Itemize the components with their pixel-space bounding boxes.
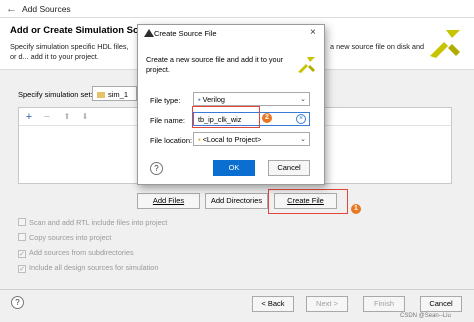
file-type-value: Verilog — [202, 95, 225, 104]
wizard-help-button[interactable]: ? — [11, 296, 24, 309]
finish-button[interactable]: Finish — [363, 296, 405, 312]
option-label: Scan and add RTL include files into proj… — [29, 218, 168, 227]
dialog-title: Create Source File — [154, 29, 217, 38]
option-scan-rtl-include[interactable]: Scan and add RTL include files into proj… — [18, 218, 167, 227]
add-files-label: Add Files — [152, 196, 185, 205]
file-type-select[interactable]: ▪ Verilog ⌄ — [193, 92, 310, 106]
ok-button[interactable]: OK — [213, 160, 255, 176]
checkbox-checked[interactable]: ✓ — [18, 265, 26, 273]
ok-label: OK — [228, 163, 240, 172]
add-files-button[interactable]: Add Files — [137, 193, 200, 209]
option-label: Add sources from subdirectories — [29, 248, 134, 257]
next-button[interactable]: Next > — [306, 296, 348, 312]
file-name-label: File name: — [150, 116, 186, 125]
xilinx-logo-icon — [430, 30, 460, 58]
simulation-set-label: Specify simulation set: — [18, 90, 93, 99]
checkbox[interactable] — [18, 218, 26, 226]
move-up-icon[interactable]: ⬆ — [61, 111, 73, 123]
dialog-help-button[interactable]: ? — [150, 162, 163, 175]
dialog-title-bar: Create Source File × — [138, 25, 324, 41]
simulation-set-select[interactable]: sim_1 — [92, 86, 137, 101]
option-label: Copy sources into project — [29, 233, 112, 242]
dialog-cancel-button[interactable]: Cancel — [268, 160, 310, 176]
option-include-design-sources[interactable]: ✓ Include all design sources for simulati… — [18, 263, 158, 273]
move-down-icon[interactable]: ⬇ — [79, 111, 91, 123]
file-name-highlight — [192, 106, 260, 128]
dialog-cancel-label: Cancel — [277, 163, 301, 172]
file-location-label: File location: — [150, 136, 193, 145]
option-add-subdirectories[interactable]: ✓ Add sources from subdirectories — [18, 248, 134, 258]
add-directories-label: Add Directories — [210, 196, 263, 205]
remove-icon[interactable]: − — [41, 111, 53, 123]
cancel-button[interactable]: Cancel — [420, 296, 462, 312]
chevron-down-icon: ⌄ — [300, 136, 306, 143]
step-badge-2: 2 — [262, 113, 272, 123]
step-badge-1: 1 — [351, 204, 361, 214]
checkbox[interactable] — [18, 233, 26, 241]
file-location-value: <Local to Project> — [202, 135, 262, 144]
back-label: < Back — [261, 299, 285, 308]
clear-icon[interactable]: × — [296, 114, 306, 124]
cancel-label: Cancel — [429, 299, 453, 308]
back-arrow-icon[interactable]: ← — [6, 3, 17, 15]
checkbox-checked[interactable]: ✓ — [18, 250, 26, 258]
close-icon[interactable]: × — [310, 27, 316, 38]
simulation-set-value: sim_1 — [108, 90, 129, 99]
watermark: CSDN @Sean--Liu — [400, 313, 451, 319]
vivado-icon — [144, 29, 154, 37]
window-title-bar: ← Add Sources — [0, 0, 474, 18]
footer-divider — [0, 289, 474, 290]
file-type-label: File type: — [150, 96, 181, 105]
option-copy-sources[interactable]: Copy sources into project — [18, 233, 111, 242]
option-label: Include all design sources for simulatio… — [29, 263, 159, 272]
page-description: Specify simulation specific HDL files, o… — [10, 42, 129, 61]
add-directories-button[interactable]: Add Directories — [205, 193, 268, 209]
file-location-select[interactable]: ▪ <Local to Project> ⌄ — [193, 132, 310, 146]
window-title: Add Sources — [22, 4, 71, 14]
create-source-file-dialog: Create Source File × Create a new source… — [137, 24, 325, 185]
page-description-right: a new source file on disk and — [330, 42, 425, 51]
next-label: Next > — [316, 299, 338, 308]
finish-label: Finish — [373, 299, 394, 308]
xilinx-logo-icon — [298, 57, 315, 73]
folder-icon — [97, 92, 105, 99]
create-file-highlight — [268, 189, 348, 214]
chevron-down-icon: ⌄ — [300, 96, 306, 103]
add-icon[interactable]: + — [23, 111, 35, 123]
dialog-description: Create a new source file and add it to y… — [146, 55, 284, 74]
back-button[interactable]: < Back — [252, 296, 294, 312]
